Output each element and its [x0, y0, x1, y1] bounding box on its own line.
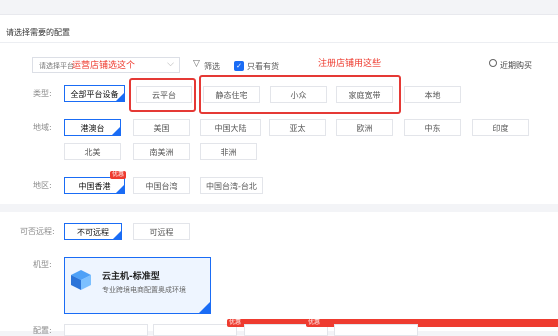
region-option-india[interactable]: 印度 — [472, 119, 529, 136]
config-option-4[interactable] — [334, 324, 418, 336]
type-option-local[interactable]: 本地 — [404, 86, 461, 103]
region-option-mainland[interactable]: 中国大陆 — [200, 119, 261, 136]
recent-purchase-link[interactable]: 近期购买 — [500, 60, 532, 71]
region-option-south-america[interactable]: 南美洲 — [133, 143, 190, 160]
model-card-desc: 专业跨境电商配置奥成环境 — [102, 286, 186, 294]
region-option-apac[interactable]: 亚太 — [269, 119, 326, 136]
title-divider — [0, 42, 558, 43]
region-option-north-america[interactable]: 北美 — [64, 143, 121, 160]
page-title: 请选择需要的配置 — [6, 28, 70, 37]
model-label: 机型: — [33, 260, 52, 269]
model-card-title: 云主机-标准型 — [102, 272, 160, 282]
remote-option-no[interactable]: 不可远程 — [64, 223, 122, 240]
area-option-taipei[interactable]: 中国台湾-台北 — [200, 177, 263, 194]
config-option-1[interactable] — [64, 324, 148, 336]
remote-label: 可否远程: — [20, 227, 55, 236]
annotation-box-right — [199, 75, 401, 114]
filter-icon[interactable]: ▽ — [193, 59, 200, 69]
region-option-usa[interactable]: 美国 — [133, 119, 190, 136]
area-option-hong-kong-label: 中国香港 — [78, 182, 111, 191]
region-option-africa[interactable]: 非洲 — [200, 143, 257, 160]
selected-corner-icon — [199, 302, 210, 313]
area-option-hong-kong[interactable]: 中国香港 优惠 — [64, 171, 126, 194]
type-label: 类型: — [33, 89, 52, 98]
only-available-label[interactable]: 只看有货 — [247, 61, 279, 72]
discount-badge: 优惠 — [109, 171, 126, 179]
filter-label[interactable]: 筛选 — [204, 61, 220, 72]
type-option-all[interactable]: 全部平台设备 — [64, 85, 125, 102]
area-option-taiwan[interactable]: 中国台湾 — [133, 177, 190, 194]
model-card-standard[interactable]: 云主机-标准型 专业跨境电商配置奥成环境 — [64, 257, 211, 314]
annotation-left: 运营店铺选这个 — [72, 61, 136, 71]
panel-top-divider — [0, 14, 558, 15]
only-available-checkbox[interactable]: ✓ — [234, 61, 244, 71]
region-option-hk-mo-tw[interactable]: 港澳台 — [64, 119, 121, 136]
clock-icon[interactable] — [489, 59, 497, 67]
cloud-server-icon — [69, 268, 93, 292]
region-option-europe[interactable]: 欧洲 — [336, 119, 393, 136]
region-label: 地域: — [33, 123, 52, 132]
remote-option-yes[interactable]: 可远程 — [133, 223, 190, 240]
annotation-right: 注册店铺用这些 — [318, 59, 382, 69]
config-option-2[interactable] — [153, 324, 237, 336]
area-label: 地区: — [33, 181, 52, 190]
annotation-box-left — [129, 78, 196, 112]
region-option-middle-east[interactable]: 中东 — [404, 119, 461, 136]
chevron-down-icon: ⌵ — [167, 59, 174, 69]
